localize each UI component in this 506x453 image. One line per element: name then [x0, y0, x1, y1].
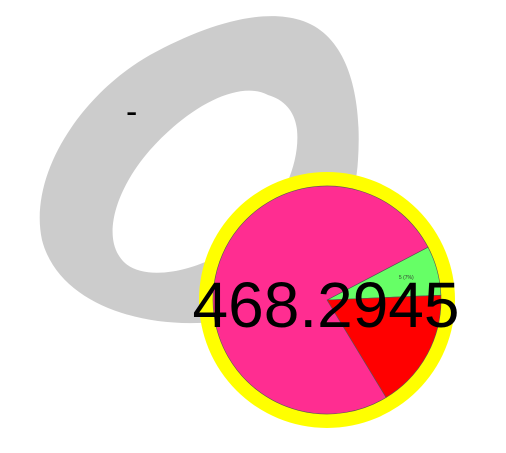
value-readout: 468.2945: [193, 269, 460, 341]
dash-label: -: [126, 93, 137, 131]
chart-canvas: - 5 (7%) 468.2945: [39, 16, 460, 428]
